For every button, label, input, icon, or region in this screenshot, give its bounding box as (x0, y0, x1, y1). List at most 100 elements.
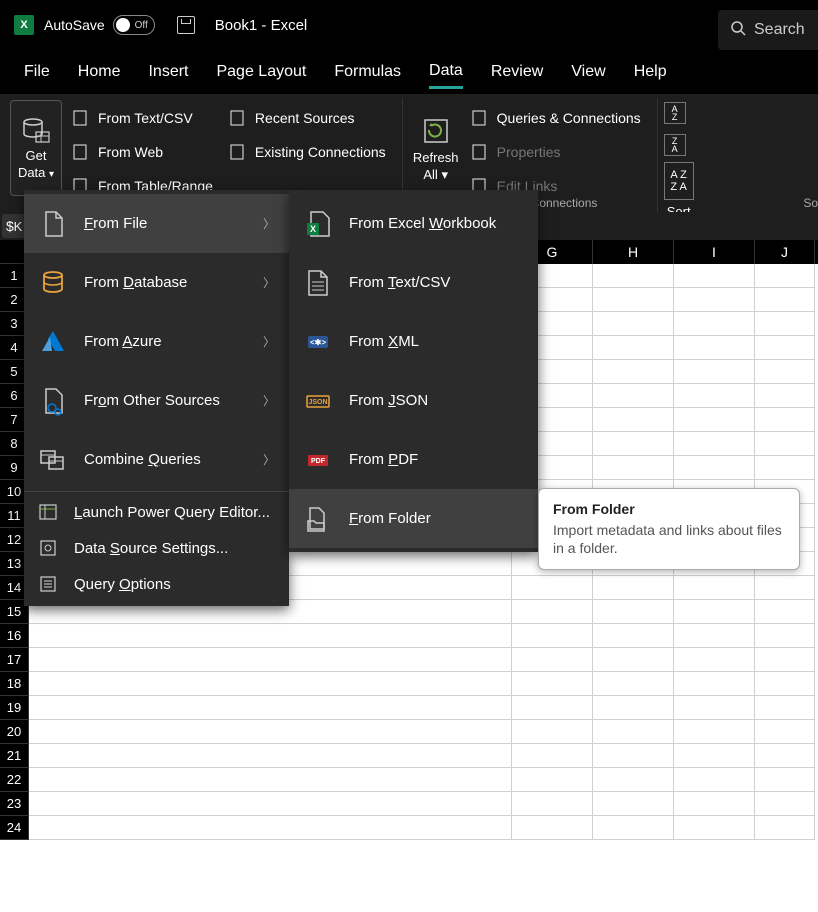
tab-file[interactable]: File (24, 57, 50, 87)
row-header[interactable]: 21 (0, 744, 29, 768)
pq-icon (38, 502, 58, 522)
row-header[interactable]: 22 (0, 768, 29, 792)
doc-icon (229, 109, 247, 127)
menu-label: Data Source Settings... (74, 540, 228, 557)
chevron-down-icon: ▾ (441, 167, 448, 182)
doc-icon (72, 109, 90, 127)
get-data-menu: From File〉From Database〉From Azure〉From … (24, 190, 289, 606)
menu-label: Combine Queries (84, 451, 201, 468)
menu-label: From Text/CSV (349, 274, 450, 291)
doc-icon (471, 109, 489, 127)
sort-desc-button[interactable]: ZA (664, 134, 686, 156)
menu-item-pq[interactable]: Launch Power Query Editor... (24, 494, 289, 530)
menu-label: From Folder (349, 510, 431, 527)
col-header[interactable]: J (755, 240, 815, 264)
menu-item-folder[interactable]: From Folder (289, 489, 538, 548)
tab-formulas[interactable]: Formulas (334, 57, 401, 87)
row-header[interactable]: 18 (0, 672, 29, 696)
excel-app-icon: X (14, 15, 34, 35)
get-data-button[interactable]: Get Data ▾ (10, 100, 62, 196)
ribbon-item[interactable]: Recent Sources (229, 102, 386, 134)
menu-item-ds[interactable]: Data Source Settings... (24, 530, 289, 566)
menu-item-csv[interactable]: From Text/CSV (289, 253, 538, 312)
menu-item-xml[interactable]: <✱> From XML (289, 312, 538, 371)
from-file-submenu: X From Excel Workbook From Text/CSV <✱> From… (289, 190, 538, 552)
ribbon-item[interactable]: Queries & Connections (471, 102, 641, 134)
toggle-knob (116, 18, 130, 32)
tab-review[interactable]: Review (491, 57, 543, 87)
database-icon (38, 268, 68, 298)
chevron-right-icon: 〉 (263, 274, 275, 291)
sort-asc-button[interactable]: AZ (664, 102, 686, 124)
toggle-switch[interactable]: Off (113, 15, 155, 35)
ribbon-item[interactable]: From Text/CSV (72, 102, 213, 134)
refresh-icon (419, 114, 453, 148)
database-icon (21, 116, 51, 146)
ribbon-tabs: File Home Insert Page Layout Formulas Data Rev… (0, 50, 818, 94)
recent-list: Recent SourcesExisting Connections (223, 100, 392, 204)
toggle-state: Off (135, 20, 148, 31)
row-header[interactable]: 24 (0, 816, 29, 840)
chevron-right-icon: 〉 (263, 215, 275, 232)
refresh-all-button[interactable]: Refresh All ▾ (407, 100, 465, 196)
row-header[interactable]: 16 (0, 624, 29, 648)
tab-page-layout[interactable]: Page Layout (216, 57, 306, 87)
svg-text:X: X (310, 224, 316, 234)
menu-item-qo[interactable]: Query Options (24, 566, 289, 602)
file-icon (38, 209, 68, 239)
menu-label: From XML (349, 333, 419, 350)
menu-label: From Excel Workbook (349, 215, 496, 232)
autosave-label: AutoSave (44, 17, 105, 33)
tab-help[interactable]: Help (634, 57, 667, 87)
menu-item-file[interactable]: From File 〉 (24, 194, 289, 253)
chevron-right-icon: 〉 (263, 392, 275, 409)
pdf-icon: PDF (303, 445, 333, 475)
col-header[interactable]: I (674, 240, 755, 264)
menu-label: From File (84, 215, 147, 232)
row-header[interactable]: 23 (0, 792, 29, 816)
combine-icon (38, 445, 68, 475)
sort-button[interactable]: A ZZ A (664, 162, 694, 200)
menu-item-combine[interactable]: Combine Queries〉 (24, 430, 289, 489)
tab-view[interactable]: View (571, 57, 605, 87)
tab-insert[interactable]: Insert (148, 57, 188, 87)
doc-icon (72, 143, 90, 161)
search-placeholder: Search (754, 21, 805, 39)
svg-text:<✱>: <✱> (310, 338, 326, 347)
doc-icon (471, 143, 489, 161)
search-bar[interactable]: Search (718, 10, 818, 50)
menu-item-azure[interactable]: From Azure〉 (24, 312, 289, 371)
menu-label: From PDF (349, 451, 418, 468)
sort-group: AZ ZA A ZZ A Sort (658, 98, 700, 212)
menu-item-database[interactable]: From Database 〉 (24, 253, 289, 312)
xml-icon: <✱> (303, 327, 333, 357)
row-header[interactable]: 20 (0, 720, 29, 744)
autosave-toggle[interactable]: AutoSave Off (44, 15, 155, 35)
tab-home[interactable]: Home (78, 57, 121, 87)
menu-item-pdf[interactable]: PDF From PDF (289, 430, 538, 489)
folder-icon (303, 504, 333, 534)
save-icon[interactable] (177, 16, 195, 34)
document-title: Book1 - Excel (215, 17, 308, 34)
menu-label: Launch Power Query Editor... (74, 504, 270, 521)
ribbon-item[interactable]: Existing Connections (229, 136, 386, 168)
menu-label: From Other Sources (84, 392, 220, 409)
other-icon (38, 386, 68, 416)
ribbon-item: Properties (471, 136, 641, 168)
row-header[interactable]: 17 (0, 648, 29, 672)
refresh-line2: All (423, 167, 437, 182)
doc-icon (229, 143, 247, 161)
col-header[interactable]: H (593, 240, 674, 264)
ribbon-item[interactable]: From Web (72, 136, 213, 168)
menu-item-json[interactable]: JSONFrom JSON (289, 371, 538, 430)
menu-label: From Database (84, 274, 187, 291)
menu-item-excel[interactable]: X From Excel Workbook (289, 194, 538, 253)
json-icon: JSON (303, 386, 333, 416)
source-list: From Text/CSVFrom WebFrom Table/Range (66, 100, 219, 204)
row-header[interactable]: 19 (0, 696, 29, 720)
tooltip: From Folder Import metadata and links ab… (538, 488, 800, 570)
menu-item-other[interactable]: From Other Sources 〉 (24, 371, 289, 430)
svg-text:JSON: JSON (308, 399, 327, 406)
ds-icon (38, 538, 58, 558)
tab-data[interactable]: Data (429, 56, 463, 89)
